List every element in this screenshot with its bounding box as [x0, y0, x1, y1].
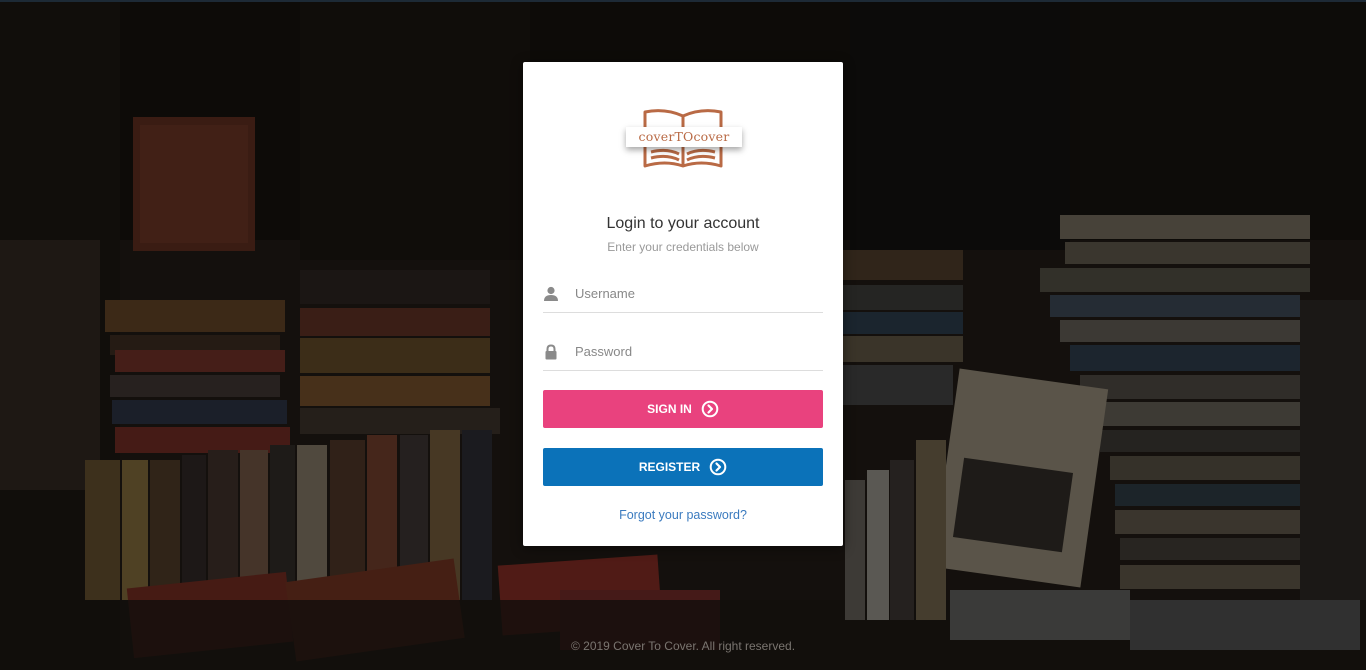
chevron-circle-right-icon	[701, 400, 719, 418]
username-field	[543, 274, 823, 313]
username-input[interactable]	[575, 282, 815, 304]
forgot-password-link[interactable]: Forgot your password?	[523, 508, 843, 522]
top-border-line	[0, 0, 1366, 2]
user-icon	[543, 286, 559, 302]
login-subtitle: Enter your credentials below	[607, 240, 759, 254]
brand-logo: coverTOcover	[625, 108, 743, 172]
login-title: Login to your account	[606, 215, 760, 232]
logo-text: coverTOcover	[626, 127, 742, 147]
lock-icon	[543, 344, 559, 360]
password-input[interactable]	[575, 340, 815, 362]
register-button[interactable]: REGISTER	[543, 448, 823, 486]
register-label: REGISTER	[638, 460, 701, 474]
copyright-footer: © 2019 Cover To Cover. All right reserve…	[570, 639, 796, 653]
sign-in-button[interactable]: SIGN IN	[543, 390, 823, 428]
chevron-circle-right-icon	[709, 458, 727, 476]
password-field	[543, 332, 823, 371]
sign-in-label: SIGN IN	[647, 402, 692, 416]
login-card: coverTOcover Login to your account Enter…	[523, 62, 843, 546]
